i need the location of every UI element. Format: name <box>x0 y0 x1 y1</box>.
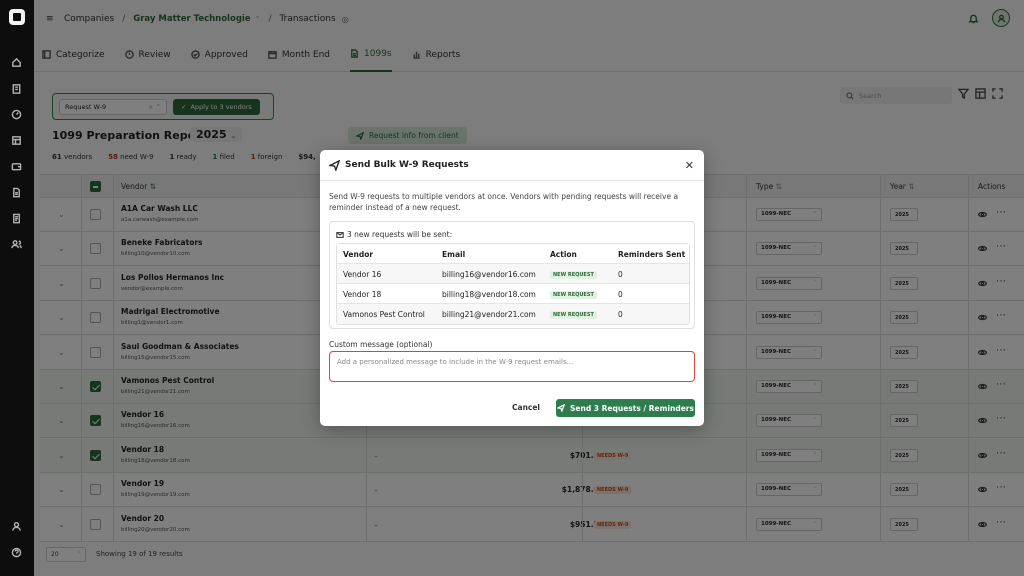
request-count: 3 new requests will be sent: <box>336 230 452 239</box>
request-email: billing18@vendor18.com <box>442 290 536 299</box>
reminders-count: 0 <box>618 270 623 279</box>
send-icon <box>329 160 340 171</box>
request-vendor: Vamonos Pest Control <box>343 310 425 319</box>
reminders-count: 0 <box>618 290 623 299</box>
request-email: billing21@vendor21.com <box>442 310 536 319</box>
requests-table: Vendor Email Action Reminders Sent Vendo… <box>336 243 690 325</box>
app-logo-icon[interactable] <box>9 9 25 25</box>
request-row: Vendor 18 billing18@vendor18.com NEW REQUE… <box>337 284 689 304</box>
new-request-badge: NEW REQUEST <box>550 311 597 319</box>
send-icon <box>557 404 565 412</box>
clipboard-icon[interactable] <box>10 82 23 95</box>
gauge-icon[interactable] <box>10 108 23 121</box>
left-nav-rail <box>0 0 34 576</box>
users-icon[interactable] <box>10 238 23 251</box>
request-vendor: Vendor 18 <box>343 290 382 299</box>
col-vendor: Vendor <box>343 250 374 259</box>
custom-message-input[interactable]: Add a personalized message to include in… <box>329 351 695 382</box>
dialog-header: Send Bulk W-9 Requests ✕ <box>320 150 704 181</box>
profile-icon[interactable] <box>10 520 23 533</box>
dialog-title: Send Bulk W-9 Requests <box>345 160 469 170</box>
request-email: billing16@vendor16.com <box>442 270 536 279</box>
mail-icon <box>336 231 344 238</box>
col-email: Email <box>442 250 466 259</box>
custom-message-label: Custom message (optional) <box>329 340 433 349</box>
help-icon[interactable] <box>10 546 23 559</box>
request-row: Vendor 16 billing16@vendor16.com NEW REQUE… <box>337 264 689 284</box>
document-icon[interactable] <box>10 186 23 199</box>
ledger-icon[interactable] <box>10 134 23 147</box>
cancel-button[interactable]: Cancel <box>512 403 540 412</box>
reminders-count: 0 <box>618 310 623 319</box>
close-icon[interactable]: ✕ <box>685 159 694 172</box>
requests-summary-box: 3 new requests will be sent: Vendor Emai… <box>329 221 695 329</box>
home-icon[interactable] <box>10 56 23 69</box>
requests-table-header: Vendor Email Action Reminders Sent <box>337 244 689 264</box>
wallet-icon[interactable] <box>10 160 23 173</box>
dialog-description: Send W-9 requests to multiple vendors at… <box>329 192 679 212</box>
new-request-badge: NEW REQUEST <box>550 271 597 279</box>
file-text-icon[interactable] <box>10 212 23 225</box>
request-vendor: Vendor 16 <box>343 270 382 279</box>
col-reminders: Reminders Sent <box>618 250 686 259</box>
request-row: Vamonos Pest Control billing21@vendor21.c… <box>337 304 689 324</box>
send-requests-button[interactable]: Send 3 Requests / Reminders <box>556 399 695 417</box>
new-request-badge: NEW REQUEST <box>550 291 597 299</box>
col-action: Action <box>550 250 577 259</box>
bulk-w9-dialog: Send Bulk W-9 Requests ✕ Send W-9 reques… <box>320 150 704 426</box>
